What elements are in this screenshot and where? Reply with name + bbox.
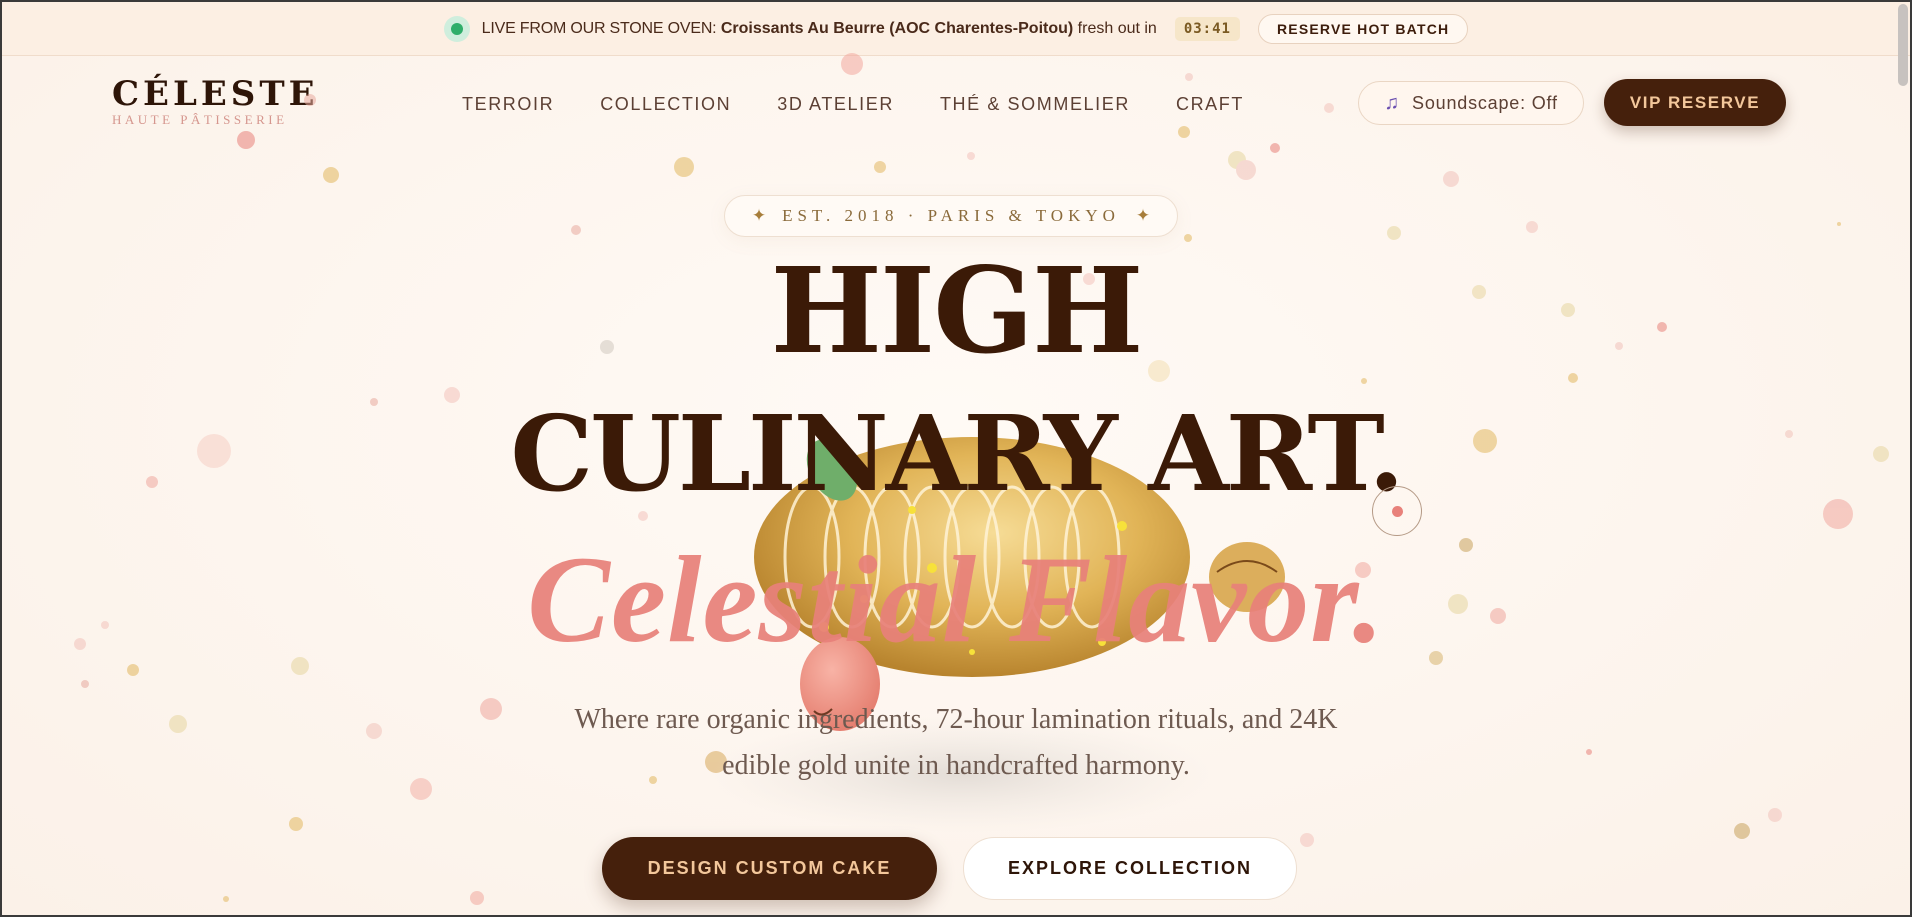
cursor-follower [1372,486,1422,536]
brand-logo[interactable]: CÉLESTE HAUTE PÂTISSERIE [112,74,319,128]
announcement-suffix: fresh out in [1077,19,1157,37]
live-indicator-icon [443,15,470,42]
hero-tagline: Where rare organic ingredients, 72-hour … [2,697,1910,789]
explore-collection-button[interactable]: EXPLORE COLLECTION [963,837,1297,900]
hero-tagline-line2: edible gold unite in handcrafted harmony… [722,750,1190,781]
hero-title-line3: Celestial Flavor. [527,531,1385,668]
soundscape-label: Soundscape: Off [1412,92,1558,113]
announcement-lead: LIVE FROM OUR STONE OVEN: [481,19,717,37]
announcement-text: LIVE FROM OUR STONE OVEN: Croissants Au … [482,20,1157,38]
hero-title-line1: HIGH [770,241,1144,380]
vip-reserve-button[interactable]: VIP RESERVE [1604,79,1786,126]
countdown-timer: 03:41 [1174,16,1240,41]
nav-item-terroir[interactable]: TERROIR [462,94,554,115]
soundscape-toggle[interactable]: ♫ Soundscape: Off [1358,81,1584,125]
brand-name: CÉLESTE [112,74,319,114]
sparkle-star-icon: ✦ [1135,206,1151,225]
announcement-item: Croissants Au Beurre (AOC Charentes-Poit… [720,19,1074,37]
nav-item-3d-atelier[interactable]: 3D ATELIER [777,94,894,115]
established-badge: ✦ EST. 2018 · PARIS & TOKYO ✦ [724,195,1178,237]
nav-item-the-sommelier[interactable]: THÉ & SOMMELIER [940,94,1130,115]
sparkle-star-icon: ✦ [751,206,767,225]
brand-subtitle: HAUTE PÂTISSERIE [112,112,288,127]
established-text: EST. 2018 · PARIS & TOKYO [782,206,1120,225]
nav-item-collection[interactable]: COLLECTION [600,94,731,115]
hero-tagline-line1: Where rare organic ingredients, 72-hour … [574,704,1338,735]
scrollbar-thumb[interactable] [1898,4,1908,86]
main-nav: TERROIR COLLECTION 3D ATELIER THÉ & SOMM… [462,94,1244,115]
announcement-bar: LIVE FROM OUR STONE OVEN: Croissants Au … [2,2,1910,56]
page-frame: LIVE FROM OUR STONE OVEN: Croissants Au … [0,0,1912,917]
design-custom-cake-button[interactable]: DESIGN CUSTOM CAKE [602,837,937,900]
reserve-hot-batch-button[interactable]: RESERVE HOT BATCH [1257,13,1469,44]
music-note-icon: ♫ [1384,91,1401,114]
nav-item-craft[interactable]: CRAFT [1176,94,1244,115]
hero-title-line2: CULINARY ART. [510,392,1404,515]
